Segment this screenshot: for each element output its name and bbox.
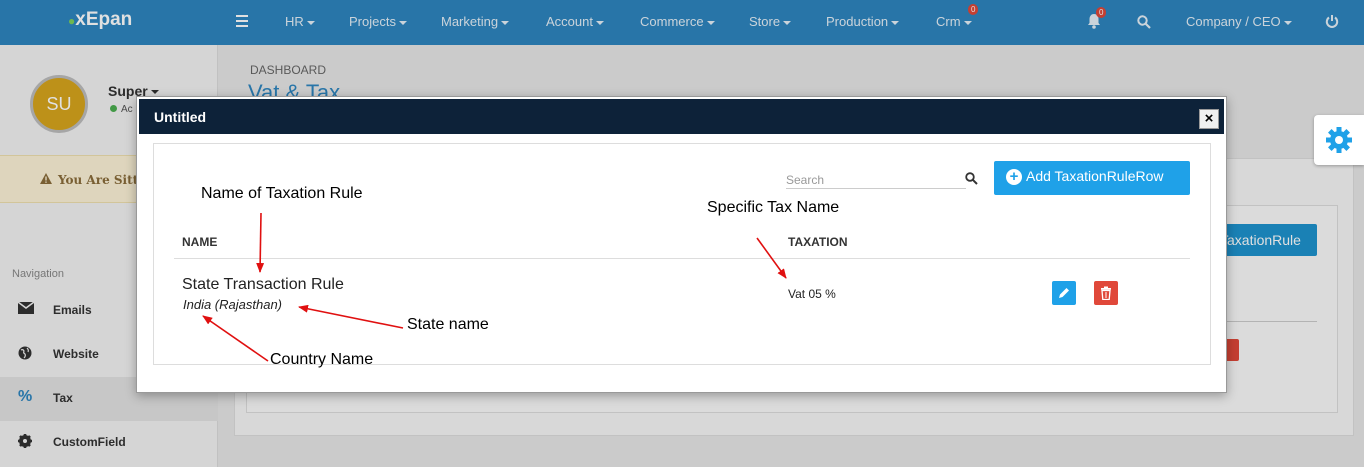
arrow-tax-name [756,237,787,279]
annotation-arrows [202,212,787,362]
annotation-tax-name: Specific Tax Name [707,199,840,216]
arrow-state-name [298,304,404,329]
annotation-state-name: State name [407,316,489,333]
arrow-rule-name [256,212,265,273]
annotation-rule-name: Name of Taxation Rule [201,185,363,202]
arrow-country-name [202,315,269,362]
annotation-country-name: Country Name [270,351,374,368]
